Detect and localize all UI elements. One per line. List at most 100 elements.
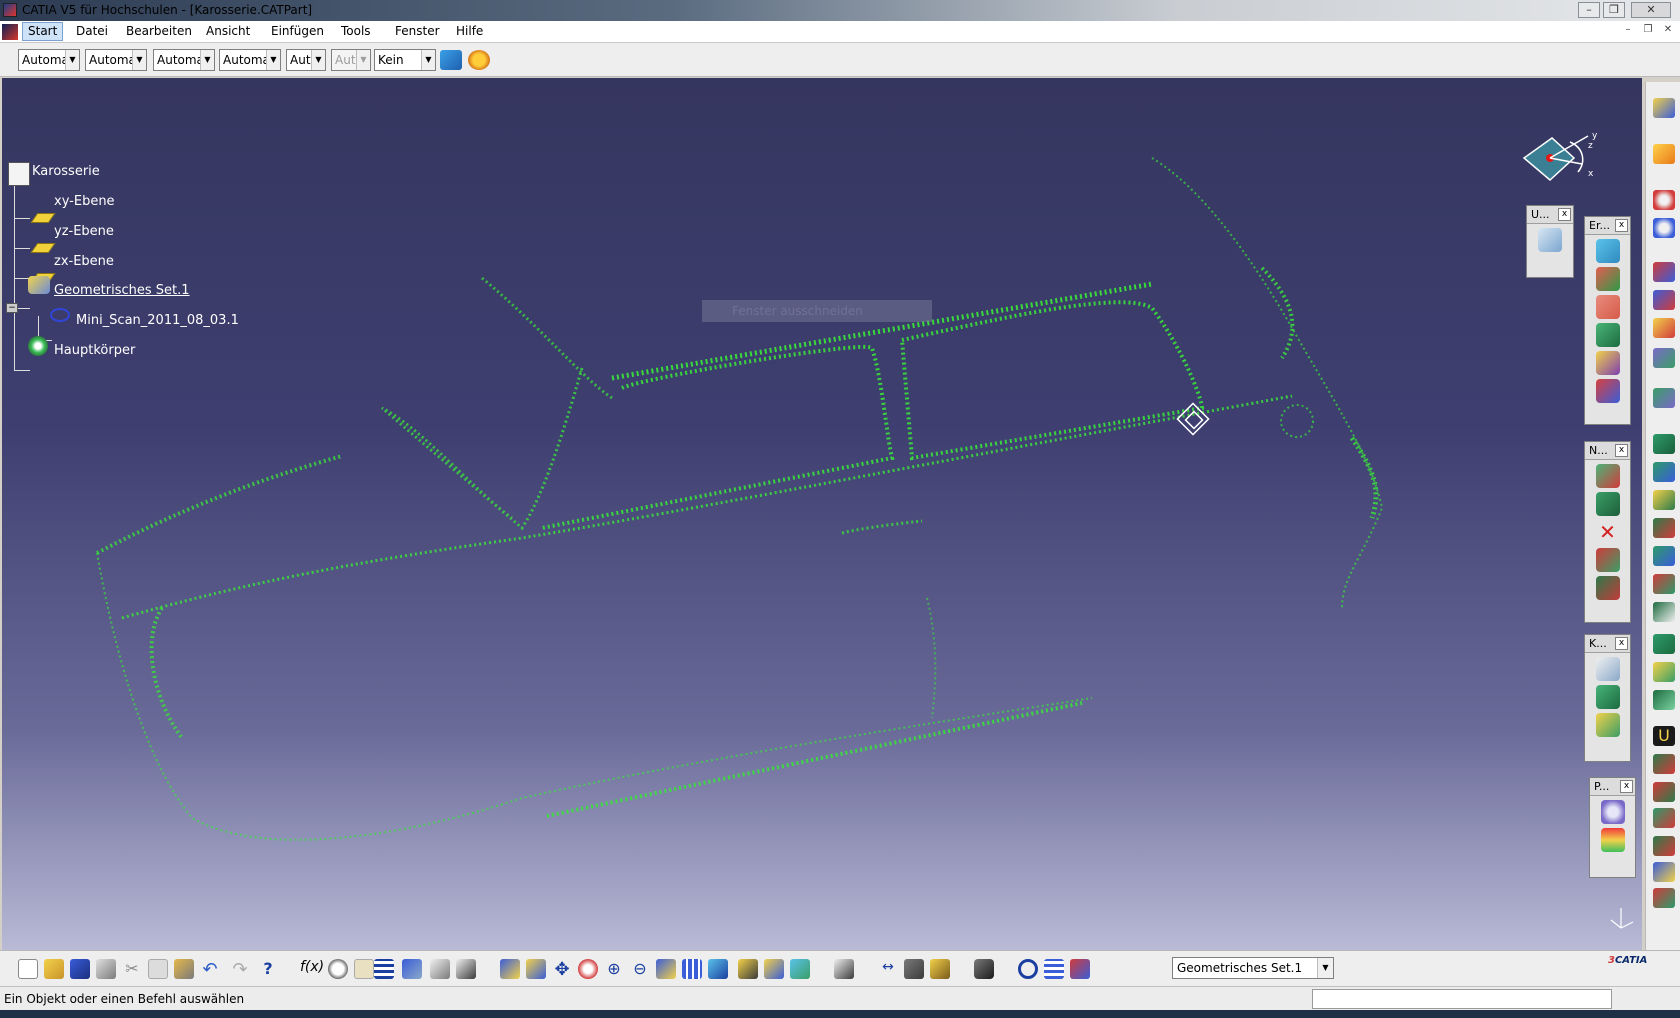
close-icon[interactable]: x — [1558, 208, 1571, 221]
interactive-triangle-icon[interactable] — [1653, 602, 1675, 622]
macro-icon[interactable] — [456, 959, 476, 979]
merge-meshes-icon[interactable] — [1653, 690, 1675, 710]
menu-datei[interactable]: Datei — [76, 24, 108, 38]
current-set-combo[interactable]: Geometrisches Set.1 ▼ — [1172, 957, 1334, 979]
collapse-toggle-icon[interactable]: − — [6, 303, 18, 313]
digitized-data-icon[interactable] — [1653, 98, 1675, 118]
cut-icon[interactable]: ✂ — [122, 959, 142, 979]
menu-einfuegen[interactable]: Einfügen — [271, 24, 324, 38]
camera-icon[interactable] — [974, 959, 994, 979]
measure-icon[interactable]: ↔ — [878, 959, 898, 979]
mesh-split-icon[interactable] — [1595, 548, 1620, 572]
cloud-edit-icon[interactable] — [1653, 262, 1675, 282]
law-icon[interactable] — [354, 959, 374, 979]
restore-button[interactable]: ❐ — [1603, 2, 1625, 18]
menu-start[interactable]: Start — [22, 22, 64, 41]
mesh-clean-icon[interactable] — [1595, 576, 1620, 600]
knowledge-icon[interactable] — [328, 959, 348, 979]
panel-n[interactable]: N... x ✕ — [1584, 441, 1631, 623]
isometric-view-icon[interactable] — [708, 959, 728, 979]
tree-item-main-body[interactable]: Hauptkörper — [54, 343, 135, 358]
mesh-creation-icon[interactable] — [1653, 388, 1675, 408]
split-icon[interactable] — [1653, 754, 1675, 774]
projection-on-mesh-icon[interactable] — [1653, 808, 1675, 828]
formula-icon[interactable]: f(x) — [300, 959, 324, 979]
catia-menu-icon[interactable] — [2, 24, 18, 40]
tree-item-geometrical-set[interactable]: Geometrisches Set.1 — [54, 283, 190, 298]
mesh-point-icon[interactable] — [1595, 464, 1620, 488]
panel-k[interactable]: K... x — [1584, 634, 1631, 762]
shading-icon[interactable] — [738, 959, 758, 979]
scan-creation-icon[interactable] — [1653, 862, 1675, 882]
menu-tools[interactable]: Tools — [341, 24, 371, 38]
close-button[interactable]: ✕ — [1631, 2, 1671, 18]
menu-bearbeiten[interactable]: Bearbeiten — [126, 24, 192, 38]
mesh-icon[interactable] — [1595, 267, 1620, 291]
rough-offset-icon[interactable] — [1653, 462, 1675, 482]
catia-app-icon[interactable] — [3, 3, 17, 17]
menu-ansicht[interactable]: Ansicht — [206, 24, 250, 38]
select-arrow-icon[interactable] — [1653, 144, 1675, 164]
tree-root-label[interactable]: Karosserie — [32, 164, 100, 179]
menu-hilfe[interactable]: Hilfe — [456, 24, 483, 38]
mesh-cleaner-icon[interactable] — [1653, 546, 1675, 566]
curve-icon[interactable] — [1595, 239, 1620, 263]
measure-item-icon[interactable] — [904, 959, 924, 979]
cloud-planar-icon[interactable] — [1600, 800, 1625, 824]
compass-widget[interactable]: y z x — [1512, 128, 1602, 208]
command-input[interactable] — [1312, 989, 1612, 1009]
part-document-icon[interactable] — [8, 162, 30, 186]
surface-patch-icon[interactable] — [1595, 685, 1620, 709]
catalog-icon[interactable] — [402, 959, 422, 979]
curve-network-icon[interactable] — [1595, 351, 1620, 375]
zoom-out-icon[interactable]: ⊖ — [630, 959, 650, 979]
fill-color-combo[interactable]: Automa ▼ — [18, 49, 80, 71]
remove-icon[interactable] — [1653, 348, 1675, 368]
axis-icon[interactable] — [1595, 379, 1620, 403]
hide-show-icon[interactable] — [764, 959, 784, 979]
decimation-icon[interactable] — [1653, 634, 1675, 654]
tree-item-zx-plane[interactable]: zx-Ebene — [54, 254, 114, 269]
zoom-in-icon[interactable]: ⊕ — [604, 959, 624, 979]
mesh-smoothing-icon[interactable] — [1653, 518, 1675, 538]
lock-icon[interactable] — [430, 959, 450, 979]
swap-space-icon[interactable] — [790, 959, 810, 979]
tree-organize-icon[interactable] — [1044, 959, 1064, 979]
minimize-button[interactable]: – — [1578, 2, 1600, 18]
tree-item-yz-plane[interactable]: yz-Ebene — [54, 224, 114, 239]
flip-edges-icon[interactable] — [1653, 490, 1675, 510]
print-icon[interactable] — [96, 959, 116, 979]
copy-icon[interactable] — [148, 959, 168, 979]
scan-curve-icon[interactable] — [1595, 657, 1620, 681]
paste-icon[interactable] — [174, 959, 194, 979]
paint-brush-icon[interactable] — [440, 50, 462, 70]
panel-er[interactable]: Er... x — [1584, 216, 1631, 425]
save-icon[interactable] — [70, 959, 90, 979]
trim-icon[interactable] — [1653, 782, 1675, 802]
undo-icon[interactable]: ↶ — [200, 959, 220, 980]
export-icon[interactable] — [1653, 218, 1675, 238]
magnet-icon[interactable]: U — [1653, 726, 1675, 746]
panel-p[interactable]: P... x — [1589, 777, 1636, 878]
doc-minimize-button[interactable]: – — [1620, 24, 1636, 38]
fill-holes-icon[interactable] — [1653, 574, 1675, 594]
color-analysis-icon[interactable] — [1600, 828, 1625, 852]
menu-fenster[interactable]: Fenster — [395, 24, 440, 38]
measure-inertia-icon[interactable] — [930, 959, 950, 979]
spiral-icon[interactable] — [1018, 959, 1038, 979]
activate-icon[interactable] — [1653, 290, 1675, 310]
close-icon[interactable]: x — [1615, 219, 1628, 232]
offset-icon[interactable] — [1653, 434, 1675, 454]
close-icon[interactable]: x — [1620, 780, 1633, 793]
doc-restore-button[interactable]: ❐ — [1640, 24, 1656, 38]
help-icon[interactable]: ? — [258, 959, 278, 979]
mesh-fill-icon[interactable] — [1595, 492, 1620, 516]
import-icon[interactable] — [1653, 190, 1675, 210]
open-folder-icon[interactable] — [44, 959, 64, 979]
tree-item-mini-scan[interactable]: Mini_Scan_2011_08_03.1 — [76, 313, 239, 328]
normal-view-icon[interactable] — [656, 959, 676, 979]
delete-icon[interactable]: ✕ — [1596, 520, 1620, 544]
multi-view-icon[interactable] — [682, 959, 702, 979]
update-icon[interactable] — [834, 959, 854, 979]
rotate-icon[interactable] — [578, 959, 598, 979]
